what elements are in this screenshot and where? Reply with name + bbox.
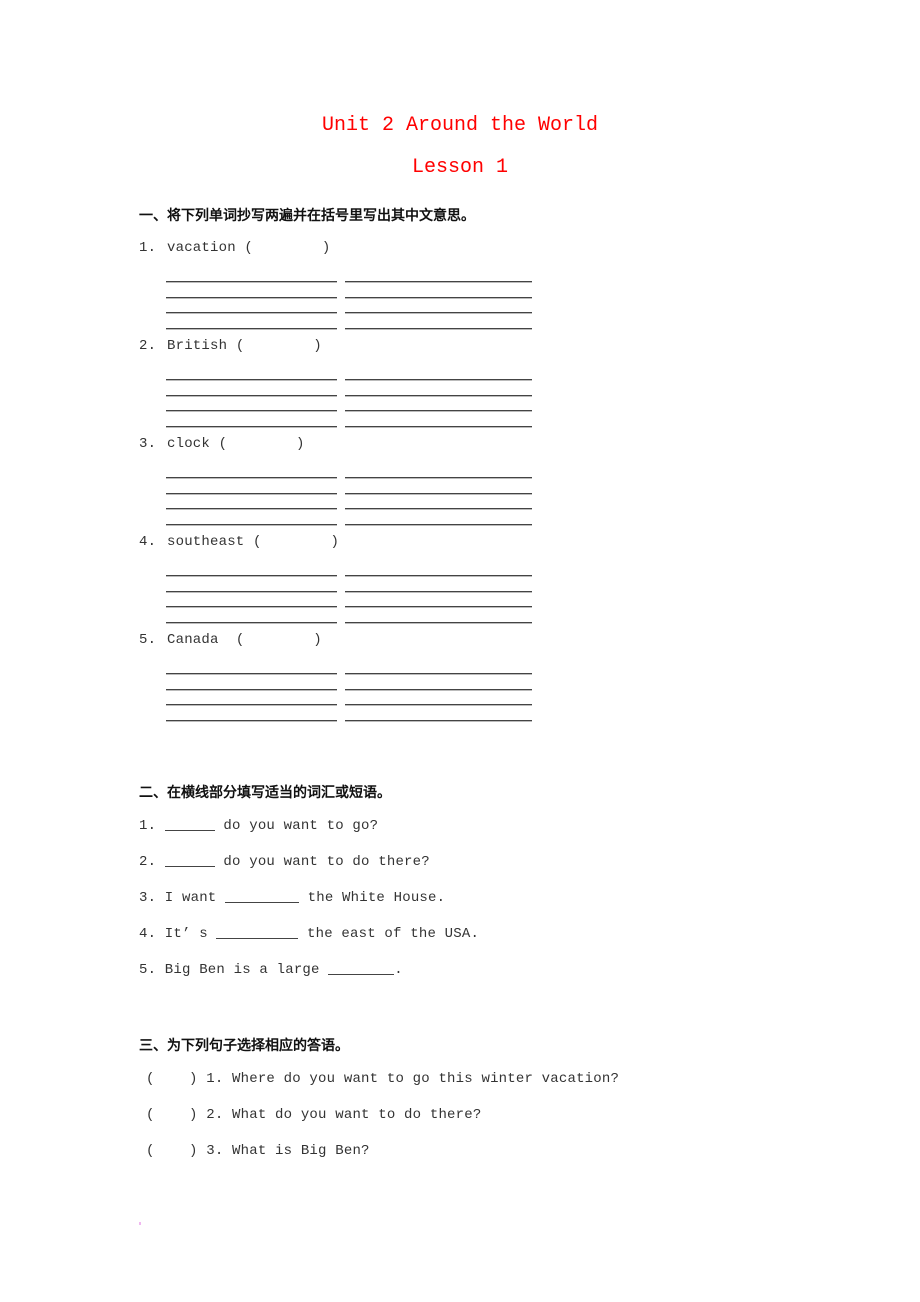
fill-in-item-2: 2. do you want to do there?	[139, 854, 430, 870]
writing-line[interactable]	[166, 590, 337, 593]
item-prefix: 1.	[139, 818, 165, 834]
writing-line[interactable]	[345, 688, 532, 691]
section1-heading: 一、将下列单词抄写两遍并在括号里写出其中文意思。	[139, 208, 475, 224]
item-prefix: 5. Big Ben is a large	[139, 962, 329, 978]
word-text: British	[167, 338, 228, 354]
item-text: 3. What is Big Ben?	[206, 1143, 370, 1159]
page-mark	[139, 1222, 141, 1225]
writing-line[interactable]	[345, 719, 532, 722]
writing-line[interactable]	[345, 673, 532, 675]
match-item-2: ( ) 2. What do you want to do there?	[146, 1107, 481, 1123]
meaning-bracket[interactable]: ( )	[236, 338, 322, 354]
writing-line[interactable]	[166, 492, 337, 495]
writing-line[interactable]	[166, 327, 337, 330]
writing-line[interactable]	[345, 606, 532, 609]
meaning-bracket[interactable]: ( )	[219, 436, 305, 452]
writing-line[interactable]	[166, 508, 337, 511]
fill-in-item-3: 3. I want the White House.	[139, 890, 445, 906]
writing-line[interactable]	[345, 394, 532, 397]
fill-in-item-5: 5. Big Ben is a large .	[139, 962, 403, 978]
item-text: do you want to do there?	[214, 854, 430, 870]
word-text: southeast	[167, 534, 245, 550]
writing-line[interactable]	[166, 394, 337, 397]
writing-line[interactable]	[166, 719, 337, 722]
writing-line[interactable]	[166, 296, 337, 299]
answer-bracket[interactable]: ( )	[146, 1071, 198, 1087]
item-text: the east of the USA.	[298, 926, 480, 942]
answer-bracket[interactable]: ( )	[146, 1143, 198, 1159]
answer-blank[interactable]	[225, 901, 300, 903]
vocab-word: Canada ( )	[167, 632, 322, 648]
writing-line[interactable]	[345, 621, 532, 624]
item-prefix: 4. It’ s	[139, 926, 217, 942]
writing-line[interactable]	[166, 379, 337, 381]
writing-line[interactable]	[345, 575, 532, 577]
vocab-word: clock ( )	[167, 436, 305, 452]
meaning-bracket[interactable]: ( )	[253, 534, 339, 550]
meaning-bracket[interactable]: ( )	[244, 240, 330, 256]
writing-line[interactable]	[166, 704, 337, 707]
item-text: do you want to go?	[214, 818, 379, 834]
writing-line[interactable]	[166, 621, 337, 624]
answer-blank[interactable]	[328, 973, 395, 975]
writing-line[interactable]	[166, 575, 337, 577]
section2-heading: 二、在横线部分填写适当的词汇或短语。	[139, 785, 391, 801]
writing-line[interactable]	[345, 492, 532, 495]
match-item-1: ( ) 1. Where do you want to go this wint…	[146, 1071, 619, 1087]
vocab-word: vacation ( )	[167, 240, 330, 256]
writing-line[interactable]	[345, 312, 532, 315]
writing-line[interactable]	[345, 281, 532, 283]
answer-bracket[interactable]: ( )	[146, 1107, 198, 1123]
section3-heading: 三、为下列句子选择相应的答语。	[139, 1038, 349, 1054]
writing-line[interactable]	[345, 410, 532, 413]
writing-line[interactable]	[345, 523, 532, 526]
match-item-3: ( ) 3. What is Big Ben?	[146, 1143, 370, 1159]
writing-line[interactable]	[345, 590, 532, 593]
writing-line[interactable]	[166, 523, 337, 526]
item-prefix: 2.	[139, 854, 165, 870]
answer-blank[interactable]	[164, 865, 215, 867]
item-prefix: 3. I want	[139, 890, 226, 906]
writing-line[interactable]	[166, 281, 337, 283]
meaning-bracket[interactable]: ( )	[227, 632, 322, 648]
writing-line[interactable]	[166, 425, 337, 428]
fill-in-item-1: 1. do you want to go?	[139, 818, 378, 834]
item-number: 4.	[139, 534, 157, 550]
word-text: vacation	[167, 240, 236, 256]
writing-line[interactable]	[345, 425, 532, 428]
writing-line[interactable]	[345, 704, 532, 707]
item-text: 1. Where do you want to go this winter v…	[206, 1071, 620, 1087]
writing-line[interactable]	[345, 296, 532, 299]
writing-line[interactable]	[345, 477, 532, 479]
item-text: 2. What do you want to do there?	[206, 1107, 482, 1123]
answer-blank[interactable]	[216, 937, 299, 939]
worksheet-title: Unit 2 Around the World	[321, 114, 599, 137]
fill-in-item-4: 4. It’ s the east of the USA.	[139, 926, 479, 942]
item-text: .	[394, 962, 403, 978]
item-number: 3.	[139, 436, 157, 452]
word-text: Canada	[167, 632, 219, 648]
writing-line[interactable]	[166, 688, 337, 691]
item-number: 1.	[139, 240, 157, 256]
item-number: 5.	[139, 632, 157, 648]
item-number: 2.	[139, 338, 157, 354]
writing-line[interactable]	[166, 477, 337, 479]
writing-line[interactable]	[166, 673, 337, 675]
writing-line[interactable]	[166, 312, 337, 315]
word-text: clock	[167, 436, 211, 452]
lesson-title: Lesson 1	[411, 156, 508, 179]
writing-line[interactable]	[166, 606, 337, 609]
vocab-word: southeast ( )	[167, 534, 339, 550]
vocab-word: British ( )	[167, 338, 322, 354]
writing-line[interactable]	[166, 410, 337, 413]
writing-line[interactable]	[345, 327, 532, 330]
writing-line[interactable]	[345, 379, 532, 381]
item-text: the White House.	[299, 890, 446, 906]
writing-line[interactable]	[345, 508, 532, 511]
answer-blank[interactable]	[164, 829, 215, 831]
